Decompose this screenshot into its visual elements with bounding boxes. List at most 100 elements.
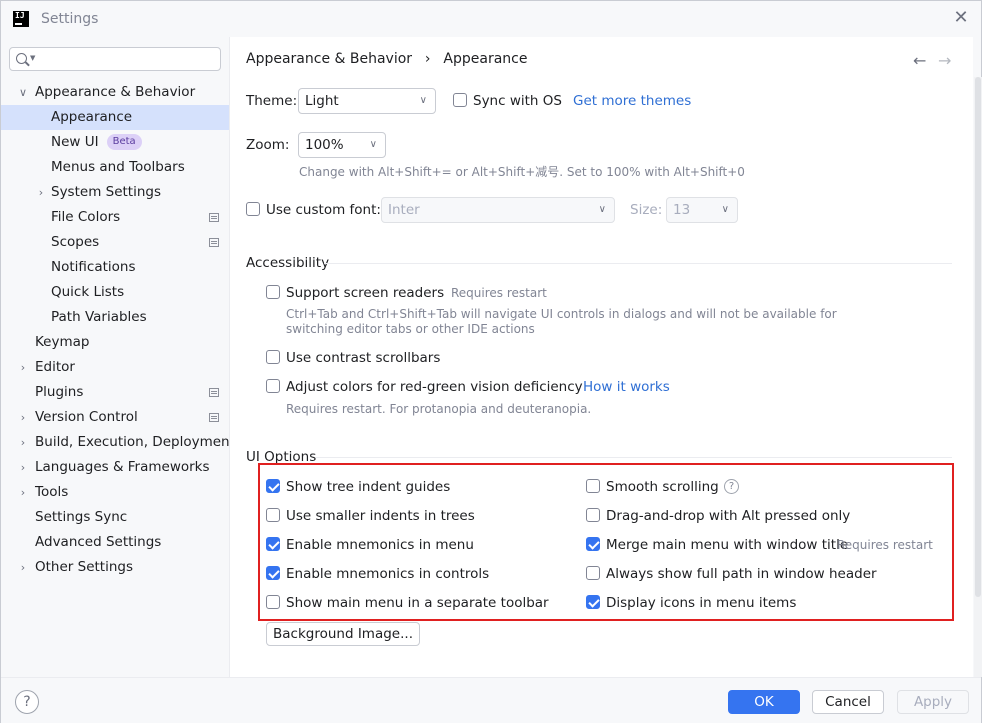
search-icon: [16, 53, 27, 64]
sidebar-item-label: Other Settings: [35, 559, 133, 575]
sidebar-item[interactable]: › Version Control: [1, 405, 229, 430]
title-bar: IJ Settings ✕: [1, 1, 981, 37]
zoom-hint: Change with Alt+Shift+= or Alt+Shift+减号.…: [299, 165, 745, 179]
sidebar-item-label: File Colors: [51, 209, 121, 225]
zoom-select[interactable]: 100% ∨: [298, 132, 386, 158]
sidebar-item-label: Build, Execution, Deployment: [35, 434, 235, 450]
sidebar-item[interactable]: › Build, Execution, Deployment: [1, 430, 235, 455]
search-input[interactable]: [40, 50, 215, 68]
settings-search[interactable]: ▼: [9, 47, 221, 71]
chevron-right-icon[interactable]: ›: [17, 555, 29, 580]
help-icon[interactable]: ?: [15, 690, 39, 714]
sidebar-item[interactable]: Appearance: [1, 105, 229, 130]
screen-readers-label[interactable]: Support screen readers: [286, 285, 444, 301]
back-arrow-icon[interactable]: ←: [913, 51, 926, 70]
sidebar-item[interactable]: › System Settings: [1, 180, 229, 205]
sidebar-item[interactable]: New UI Beta: [1, 130, 229, 155]
project-level-icon: [209, 213, 219, 222]
chevron-right-icon[interactable]: ›: [17, 355, 29, 380]
project-level-icon: [209, 388, 219, 397]
sidebar-item[interactable]: ∨ Appearance & Behavior: [1, 80, 229, 105]
use-custom-font-label[interactable]: Use custom font:: [266, 202, 381, 218]
close-icon[interactable]: ✕: [951, 7, 971, 29]
theme-select[interactable]: Light ∨: [298, 88, 436, 114]
ui-options-highlight-box: [258, 463, 954, 621]
sidebar-item[interactable]: Notifications: [1, 255, 229, 280]
sidebar-item[interactable]: › Other Settings: [1, 555, 229, 580]
chevron-down-icon: ∨: [419, 95, 427, 106]
screen-readers-hint-line2: switching editor tabs or other IDE actio…: [286, 322, 535, 336]
contrast-scrollbars-checkbox[interactable]: [266, 350, 280, 364]
ok-button[interactable]: OK: [728, 690, 800, 714]
sidebar-item-label: Advanced Settings: [35, 534, 162, 550]
screen-readers-hint-line1: Ctrl+Tab and Ctrl+Shift+Tab will navigat…: [286, 307, 837, 321]
sidebar-item-label: New UI Beta: [51, 130, 142, 155]
window-title: Settings: [41, 11, 99, 27]
how-it-works-link[interactable]: How it works: [583, 379, 670, 395]
sidebar-item-label: Menus and Toolbars: [51, 159, 185, 175]
search-history-dropdown-icon[interactable]: ▼: [30, 54, 35, 62]
intellij-logo-icon: IJ: [13, 11, 29, 27]
sidebar-item[interactable]: › Editor: [1, 355, 229, 380]
custom-font-select[interactable]: Inter ∨: [381, 197, 615, 223]
font-size-label: Size:: [630, 202, 663, 218]
contrast-scrollbars-label[interactable]: Use contrast scrollbars: [286, 350, 440, 366]
sidebar-item-label: Appearance & Behavior: [35, 84, 196, 100]
sidebar-item[interactable]: Settings Sync: [1, 505, 229, 530]
custom-font-value: Inter: [388, 202, 420, 218]
accessibility-separator: [324, 263, 952, 264]
sidebar-item-label: Languages & Frameworks: [35, 459, 210, 475]
sync-with-os-checkbox[interactable]: [453, 93, 467, 107]
sidebar-item[interactable]: Path Variables: [1, 305, 229, 330]
chevron-right-icon[interactable]: ›: [17, 455, 29, 480]
color-deficiency-label[interactable]: Adjust colors for red-green vision defic…: [286, 379, 583, 395]
breadcrumb-parent[interactable]: Appearance & Behavior: [246, 51, 412, 67]
sidebar-item-label: Keymap: [35, 334, 90, 350]
chevron-right-icon[interactable]: ›: [17, 430, 29, 455]
sidebar-item-label: Notifications: [51, 259, 136, 275]
get-more-themes-link[interactable]: Get more themes: [573, 93, 691, 109]
chevron-right-icon[interactable]: ›: [35, 180, 47, 205]
sidebar-item[interactable]: Advanced Settings: [1, 530, 229, 555]
sidebar-item-label: Version Control: [35, 409, 138, 425]
color-deficiency-checkbox[interactable]: [266, 379, 280, 393]
chevron-right-icon[interactable]: ›: [17, 405, 29, 430]
sidebar-item-label: Plugins: [35, 384, 84, 400]
sidebar-item-label: System Settings: [51, 184, 162, 200]
ui-options-separator: [316, 457, 952, 458]
sync-with-os-label[interactable]: Sync with OS: [473, 93, 562, 109]
zoom-value: 100%: [305, 137, 344, 153]
sidebar-item[interactable]: Scopes: [1, 230, 229, 255]
theme-value: Light: [305, 93, 339, 109]
sidebar-item-label: Appearance: [51, 109, 133, 125]
sidebar-item[interactable]: Quick Lists: [1, 280, 229, 305]
zoom-label: Zoom:: [246, 137, 290, 153]
sidebar-item[interactable]: Keymap: [1, 330, 229, 355]
screen-readers-restart-note: Requires restart: [451, 286, 547, 300]
scrollbar-thumb[interactable]: [975, 77, 981, 597]
breadcrumb-current: Appearance: [443, 51, 528, 67]
accessibility-section-title: Accessibility: [246, 255, 330, 271]
forward-arrow-icon[interactable]: →: [938, 51, 951, 70]
sidebar-item[interactable]: Plugins: [1, 380, 229, 405]
chevron-down-icon: ∨: [598, 204, 606, 215]
sidebar-item[interactable]: File Colors: [1, 205, 229, 230]
project-level-icon: [209, 413, 219, 422]
cancel-button[interactable]: Cancel: [812, 690, 884, 714]
chevron-down-icon[interactable]: ∨: [17, 80, 29, 105]
font-size-select[interactable]: 13 ∨: [666, 197, 738, 223]
use-custom-font-checkbox[interactable]: [246, 202, 260, 216]
content-scrollbar[interactable]: [974, 77, 982, 677]
sidebar-item[interactable]: › Tools: [1, 480, 229, 505]
chevron-right-icon[interactable]: ›: [17, 480, 29, 505]
sidebar-item[interactable]: › Languages & Frameworks: [1, 455, 229, 480]
sidebar-item-label: Scopes: [51, 234, 100, 250]
apply-button[interactable]: Apply: [897, 690, 969, 714]
background-image-button[interactable]: Background Image...: [266, 622, 420, 646]
chevron-down-icon: ∨: [369, 139, 377, 150]
beta-badge: Beta: [106, 134, 142, 150]
screen-readers-checkbox[interactable]: [266, 285, 280, 299]
sidebar-item-label: Quick Lists: [51, 284, 125, 300]
sidebar-item[interactable]: Menus and Toolbars: [1, 155, 229, 180]
dialog-footer: ? OK Cancel Apply: [1, 677, 981, 723]
